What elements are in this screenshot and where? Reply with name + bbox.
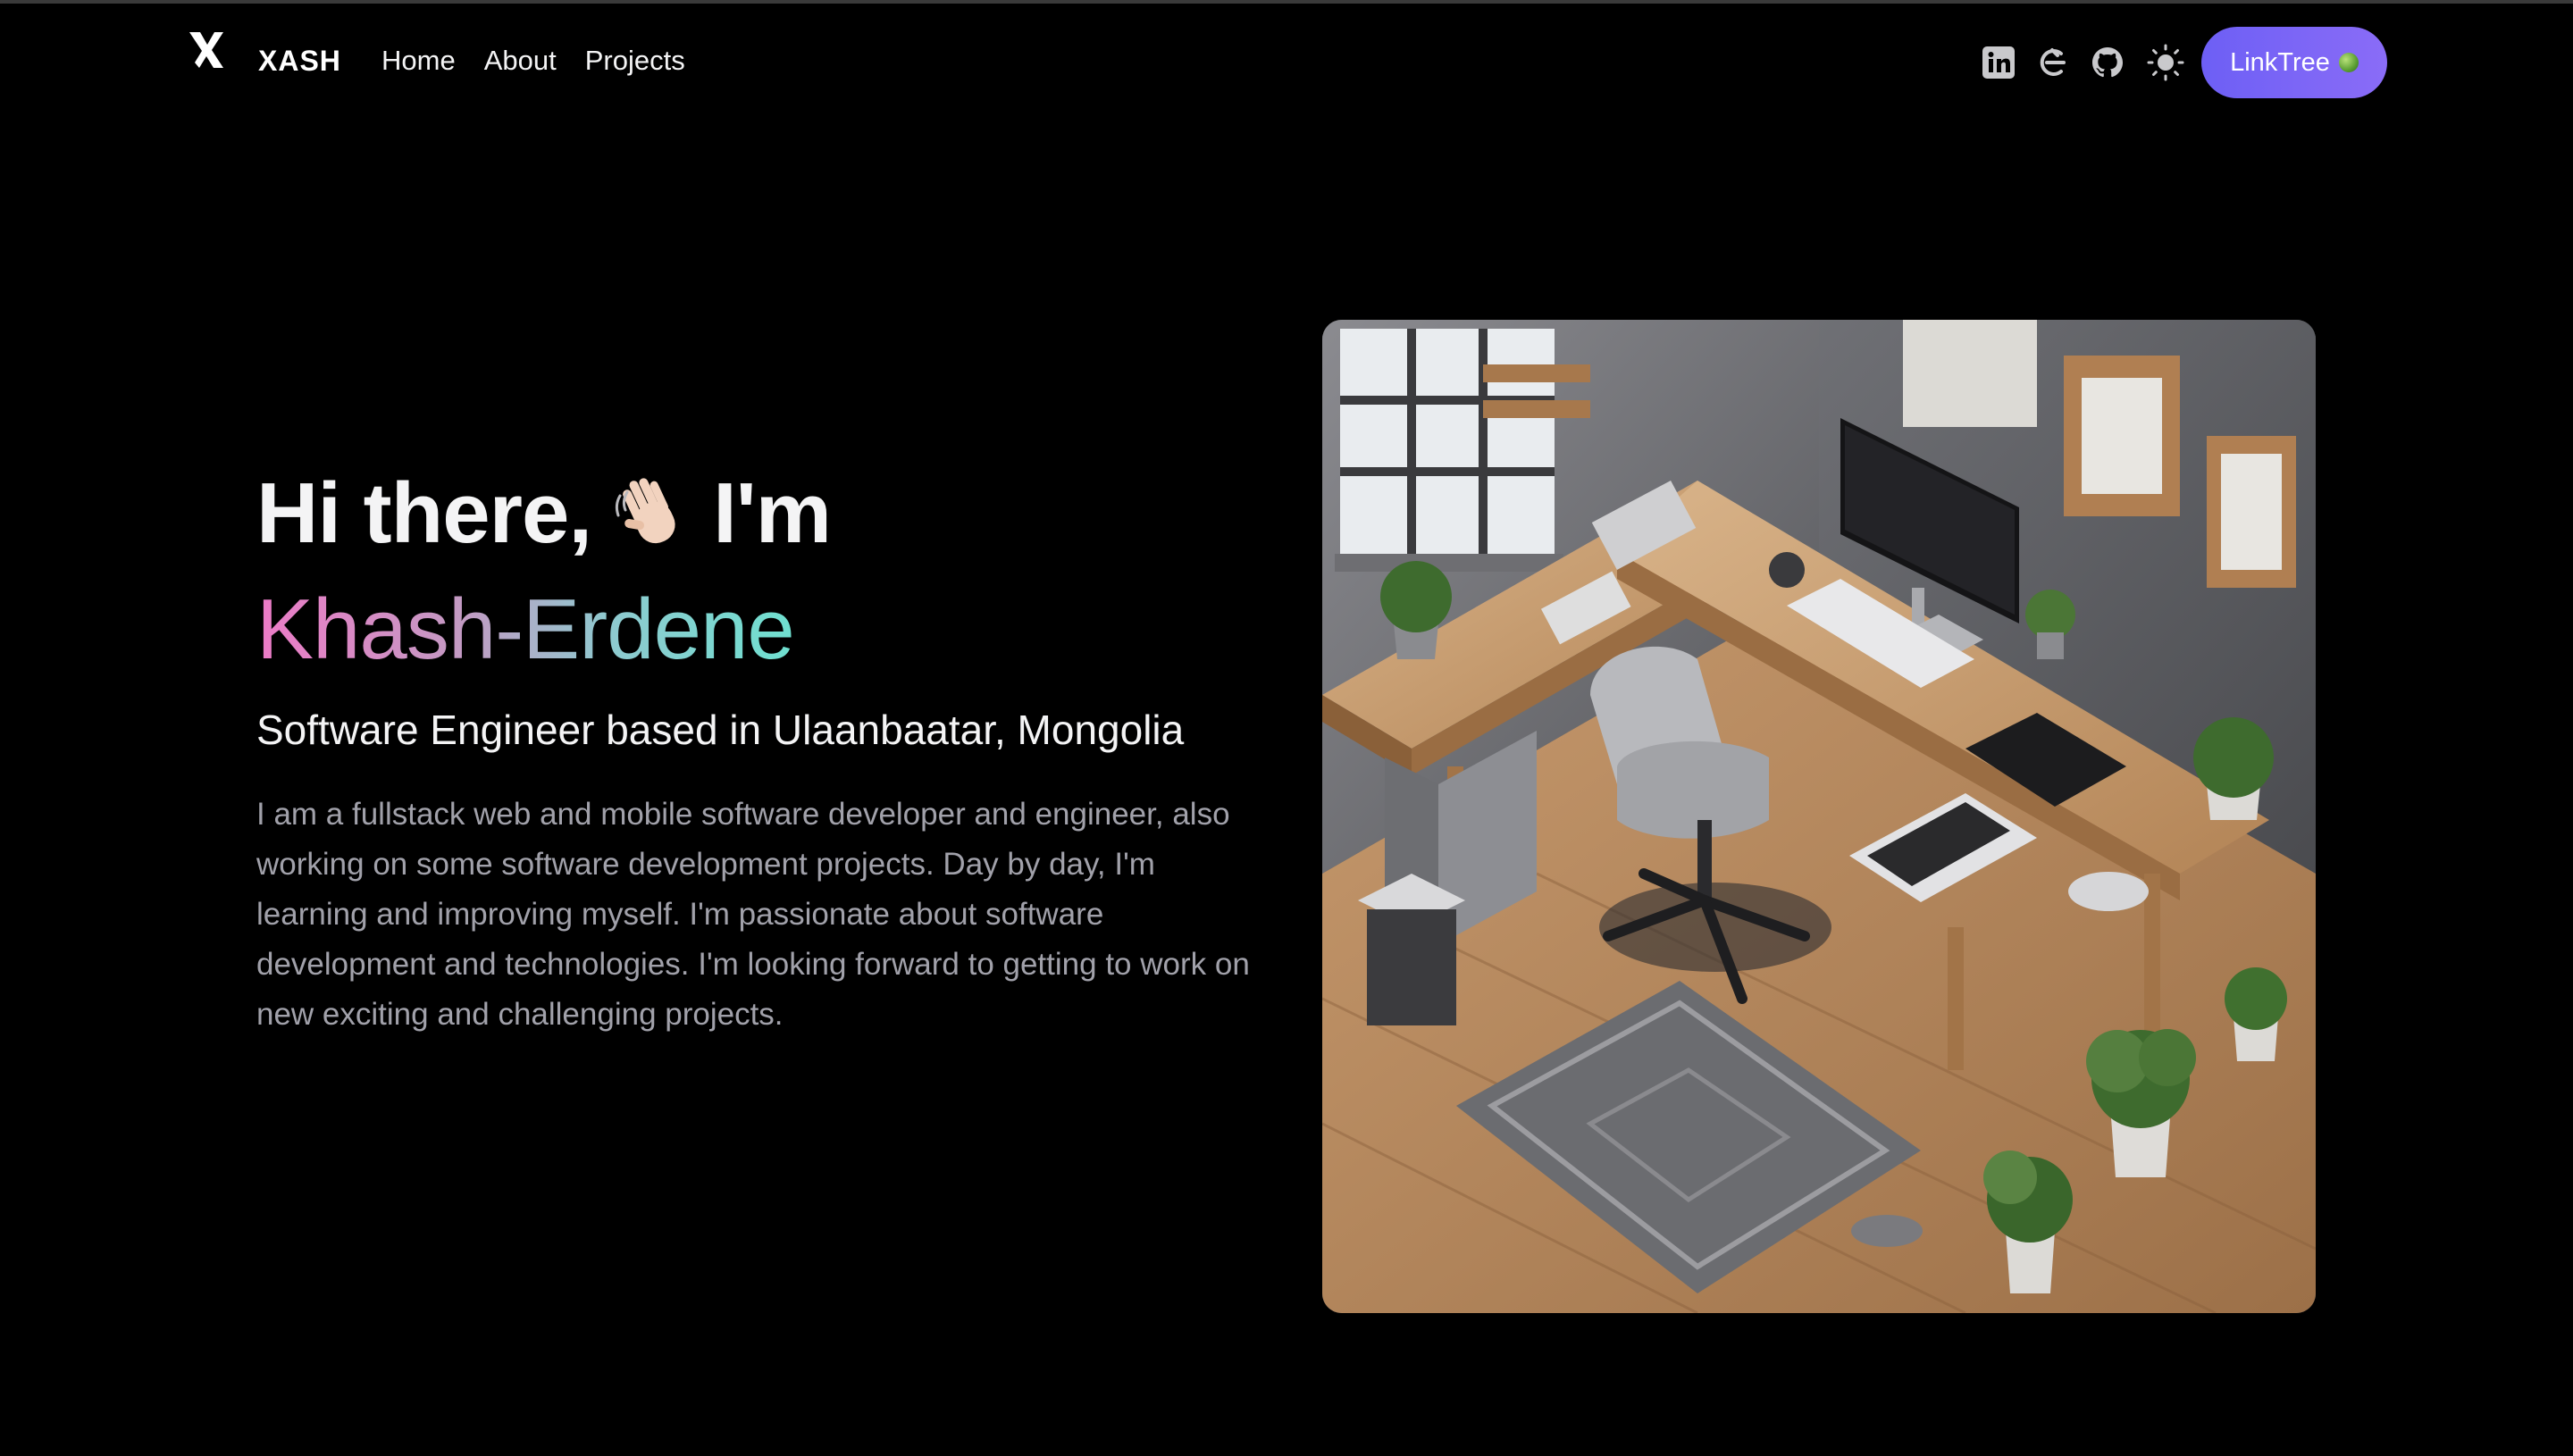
waving-hand-icon <box>616 478 675 544</box>
nav-projects[interactable]: Projects <box>585 45 685 77</box>
hero-subtitle: Software Engineer based in Ulaanbaatar, … <box>256 707 1185 753</box>
site-header: XASH Home About Projects LinkTree <box>0 4 2573 113</box>
dev-blog-icon[interactable] <box>2032 43 2072 82</box>
brand-name[interactable]: XASH <box>258 45 341 78</box>
linktree-label: LinkTree <box>2230 47 2330 77</box>
xash-logo-icon[interactable] <box>184 27 229 71</box>
hero-bio: I am a fullstack web and mobile software… <box>256 797 1250 1032</box>
linkedin-icon[interactable] <box>1979 43 2018 82</box>
greeting-text: Hi there, <box>256 465 592 561</box>
github-icon[interactable] <box>2088 43 2127 82</box>
linktree-button[interactable]: LinkTree <box>2201 27 2387 98</box>
theme-toggle-sun-icon[interactable] <box>2146 43 2185 82</box>
hero-name: Khash-Erdene <box>256 582 795 677</box>
hero-greeting: Hi there, I'm <box>256 464 832 563</box>
workspace-illustration <box>1322 320 2316 1313</box>
greeting-suffix: I'm <box>713 465 832 561</box>
nav-about[interactable]: About <box>484 45 557 77</box>
globe-icon <box>2338 53 2359 72</box>
main-nav: Home About Projects <box>381 45 685 77</box>
nav-home[interactable]: Home <box>381 45 456 77</box>
